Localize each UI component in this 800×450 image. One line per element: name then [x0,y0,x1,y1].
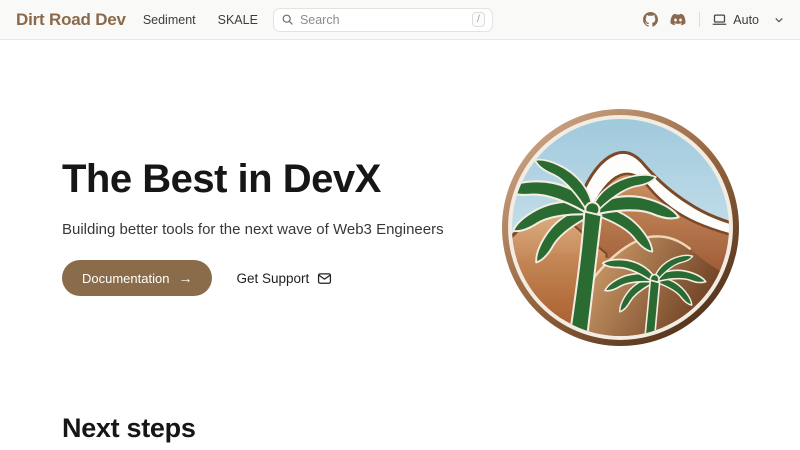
theme-switcher[interactable]: Auto [712,12,784,27]
nav-item-sediment[interactable]: Sediment [143,13,196,27]
arrow-right-icon: → [178,271,192,285]
discord-link[interactable] [658,12,687,27]
documentation-button-label: Documentation [82,271,169,286]
next-steps-heading: Next steps [62,413,196,444]
hero-title: The Best in DevX [62,156,381,202]
discord-icon [669,12,687,27]
search-input[interactable]: Search / [273,8,493,32]
search-shortcut-kbd: / [472,12,485,27]
chevron-down-icon [774,15,784,25]
header: Dirt Road Dev Sediment SKALE Search / Au… [0,0,800,40]
documentation-button[interactable]: Documentation → [62,260,212,296]
cta-row: Documentation → Get Support [62,260,333,296]
get-support-link[interactable]: Get Support [236,271,333,286]
monitor-icon [712,12,727,27]
mail-icon [316,271,333,286]
palm-desert-logo-graphic [500,107,741,348]
site-logo [500,107,741,348]
header-divider [699,12,700,27]
github-link[interactable] [643,12,658,27]
github-icon [643,12,658,27]
main-nav: Sediment SKALE [143,13,258,27]
hero-subtitle: Building better tools for the next wave … [62,221,444,238]
search-icon [281,13,294,26]
header-right-cluster: Auto [643,12,784,27]
search-placeholder: Search [300,13,472,27]
theme-label: Auto [733,13,759,27]
nav-item-skale[interactable]: SKALE [218,13,258,27]
brand-logo-text[interactable]: Dirt Road Dev [16,10,126,30]
get-support-label: Get Support [236,271,309,286]
